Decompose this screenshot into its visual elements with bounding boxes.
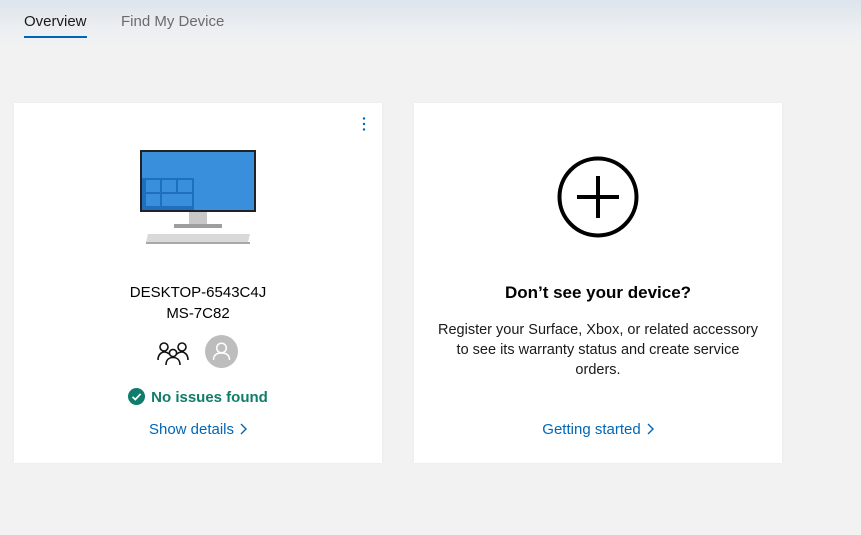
tab-bar: Overview Find My Device <box>0 0 861 48</box>
add-circle-icon[interactable] <box>557 156 639 238</box>
tab-overview-label: Overview <box>24 13 87 30</box>
tab-find-my-device[interactable]: Find My Device <box>121 13 224 31</box>
more-vertical-icon <box>362 117 366 131</box>
check-circle-icon <box>128 388 146 405</box>
add-device-title: Don’t see your device? <box>504 283 692 302</box>
chevron-right-icon <box>240 423 248 435</box>
device-name: DESKTOP-6543C4J <box>129 284 267 301</box>
show-details-label: Show details <box>148 421 235 438</box>
user-avatar[interactable] <box>205 335 238 368</box>
tab-find-my-device-label: Find My Device <box>121 13 225 30</box>
getting-started-link[interactable]: Getting started <box>414 421 782 438</box>
device-card: DESKTOP-6543C4J MS-7C82 No issues found … <box>14 103 382 463</box>
family-icon[interactable] <box>157 340 189 366</box>
add-device-description: Register your Surface, Xbox, or related … <box>438 322 758 378</box>
monitor-icon <box>140 150 256 244</box>
user-avatar-icon <box>212 342 231 361</box>
more-options-button[interactable] <box>358 115 370 133</box>
chevron-right-icon <box>647 423 654 435</box>
tab-overview[interactable]: Overview <box>24 13 87 38</box>
add-device-card: Don’t see your device? Register your Sur… <box>414 103 782 463</box>
getting-started-label: Getting started <box>542 421 641 438</box>
active-tab-underline <box>24 36 87 38</box>
device-model: MS-7C82 <box>166 305 230 322</box>
status-text: No issues found <box>151 389 268 406</box>
show-details-link[interactable]: Show details <box>14 421 382 438</box>
device-status: No issues found <box>14 388 382 407</box>
